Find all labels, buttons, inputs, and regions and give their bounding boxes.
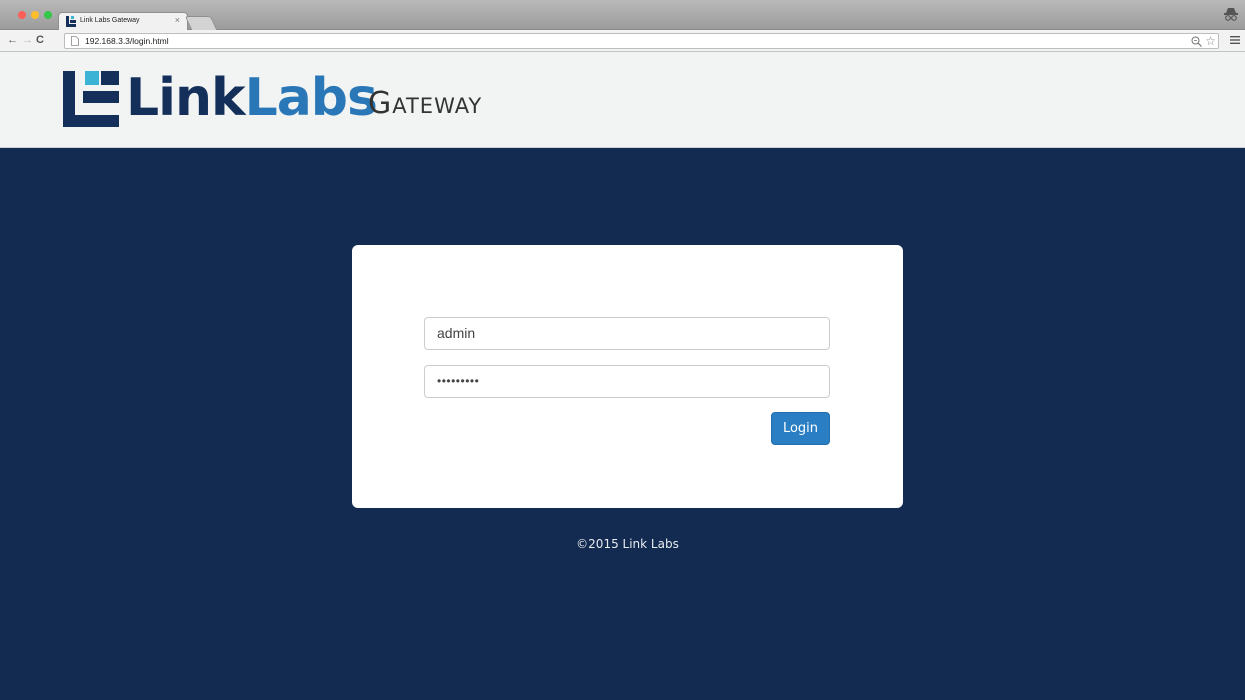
link-labs-logo-icon: [63, 71, 119, 127]
page-content: LinkLabs Gateway admin ••••••••• Login ©…: [0, 52, 1245, 700]
brand-wordmark: LinkLabs: [126, 65, 378, 131]
tab-close-icon[interactable]: ×: [175, 15, 180, 25]
copyright-footer: ©2015 Link Labs: [576, 537, 679, 551]
password-input[interactable]: •••••••••: [424, 365, 830, 398]
minimize-window-button[interactable]: [31, 11, 39, 19]
login-card: admin ••••••••• Login: [352, 245, 903, 508]
link-labs-favicon-icon: [66, 16, 76, 27]
brand-labs-text: Labs: [244, 68, 378, 128]
brand-link-text: Link: [126, 68, 246, 128]
login-button[interactable]: Login: [771, 412, 830, 445]
reload-icon[interactable]: C: [36, 33, 44, 47]
product-name: Gateway: [368, 86, 483, 121]
bookmark-star-icon[interactable]: ☆: [1205, 34, 1216, 48]
address-bar[interactable]: 192.168.3.3/login.html ☆: [64, 33, 1219, 49]
close-window-button[interactable]: [18, 11, 26, 19]
zoom-icon[interactable]: [1191, 36, 1202, 47]
zoom-window-button[interactable]: [44, 11, 52, 19]
back-icon[interactable]: ←: [7, 33, 18, 47]
browser-titlebar: Link Labs Gateway ×: [0, 0, 1245, 31]
new-tab-button[interactable]: [184, 16, 218, 30]
page-icon: [71, 36, 79, 46]
forward-icon[interactable]: →: [22, 33, 33, 47]
browser-window: Link Labs Gateway × ← → C 192.168.3.3/lo…: [0, 0, 1245, 700]
url-text[interactable]: 192.168.3.3/login.html: [85, 36, 169, 46]
username-input[interactable]: admin: [424, 317, 830, 350]
site-header: LinkLabs Gateway: [0, 52, 1245, 148]
browser-tab[interactable]: Link Labs Gateway ×: [58, 12, 188, 31]
tab-title: Link Labs Gateway: [80, 17, 140, 24]
browser-toolbar: ← → C 192.168.3.3/login.html ☆: [0, 30, 1245, 52]
menu-icon[interactable]: [1230, 35, 1240, 45]
incognito-profile-icon[interactable]: [1223, 6, 1239, 22]
